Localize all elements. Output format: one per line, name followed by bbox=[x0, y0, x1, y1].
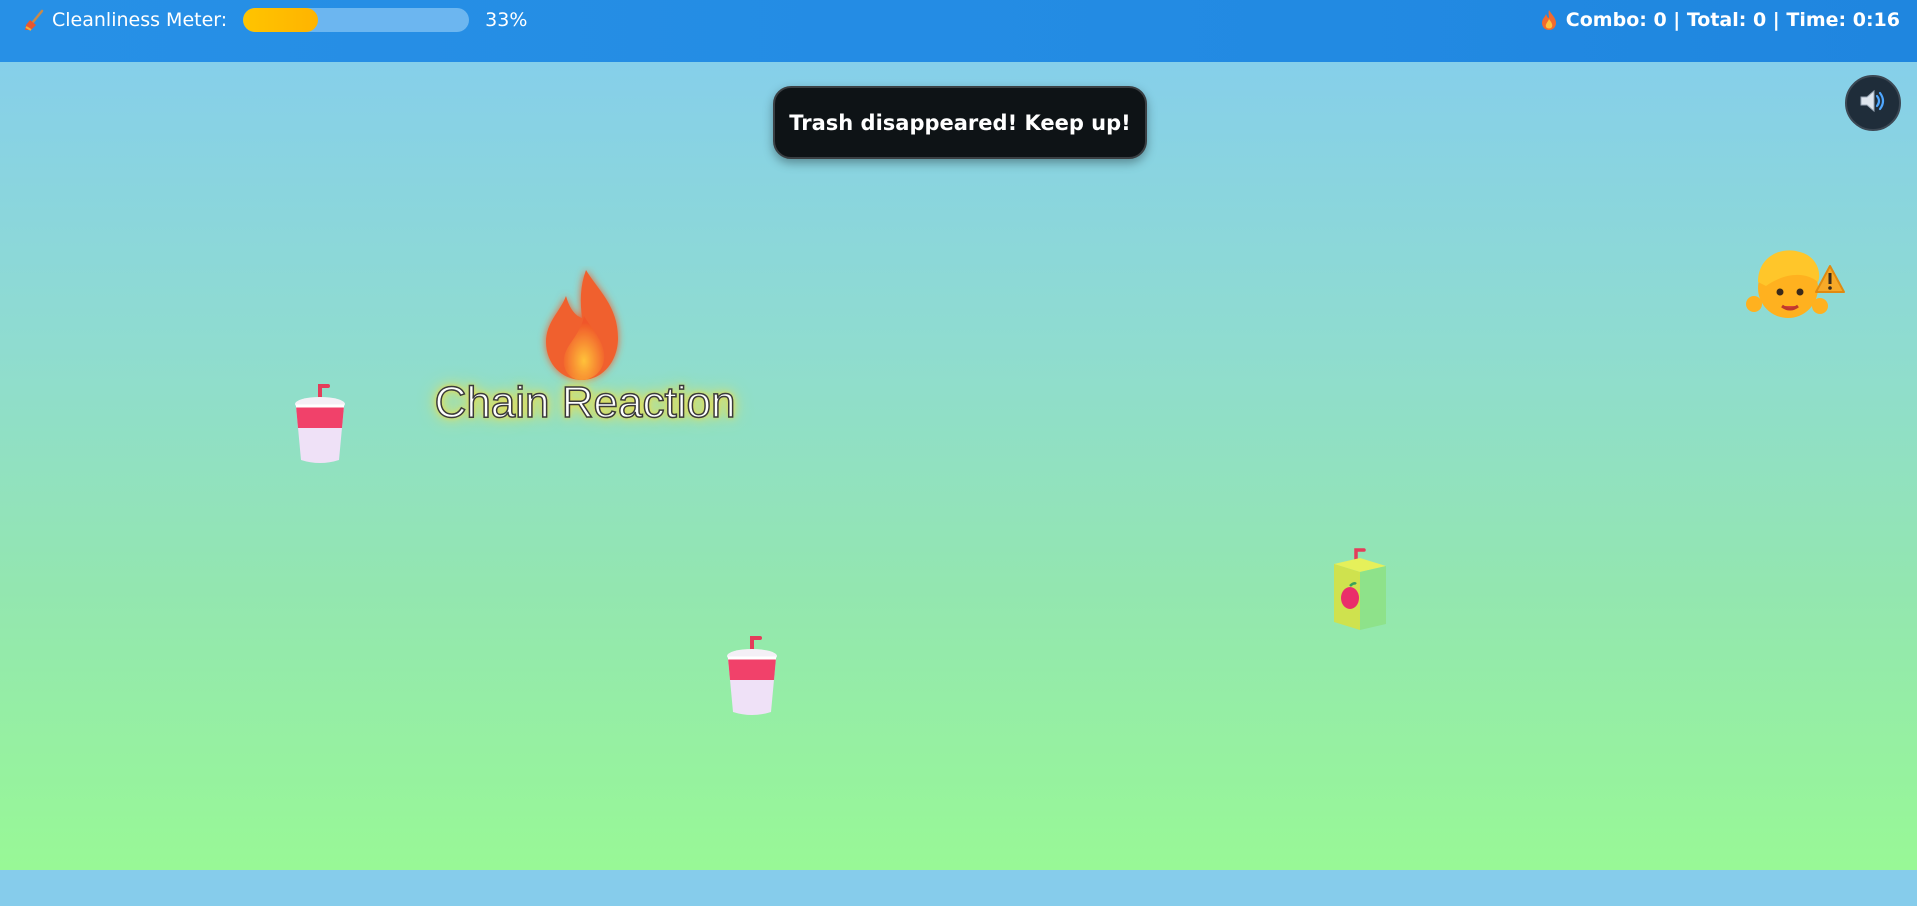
stats-display: Combo: 0 | Total: 0 | Time: 0:16 bbox=[1540, 7, 1900, 33]
chain-fire-icon bbox=[536, 266, 632, 390]
meter-label: Cleanliness Meter: bbox=[52, 9, 228, 31]
juice-box-icon[interactable] bbox=[1330, 546, 1392, 634]
sound-toggle-button[interactable] bbox=[1845, 75, 1901, 131]
top-bar: Cleanliness Meter: 33% Combo: 0 | Total:… bbox=[0, 0, 1917, 62]
fire-icon bbox=[1540, 9, 1558, 31]
play-field[interactable] bbox=[0, 62, 1917, 870]
soda-cup-icon[interactable] bbox=[290, 380, 350, 468]
meter-percent: 33% bbox=[485, 9, 528, 31]
stats-text: Combo: 0 | Total: 0 | Time: 0:16 bbox=[1565, 9, 1900, 31]
bottom-strip bbox=[0, 870, 1917, 906]
toast-message: Trash disappeared! Keep up! bbox=[773, 86, 1147, 159]
chain-reaction-label: Chain Reaction bbox=[434, 377, 736, 428]
toast-text: Trash disappeared! Keep up! bbox=[789, 110, 1131, 135]
meter-track bbox=[243, 8, 470, 32]
soda-cup-icon[interactable] bbox=[722, 632, 782, 720]
kid-face-icon bbox=[1746, 242, 1846, 332]
speaker-icon bbox=[1858, 88, 1888, 118]
cleanliness-meter: Cleanliness Meter: 33% bbox=[22, 7, 527, 33]
meter-fill bbox=[243, 8, 318, 32]
broom-icon bbox=[22, 8, 46, 32]
